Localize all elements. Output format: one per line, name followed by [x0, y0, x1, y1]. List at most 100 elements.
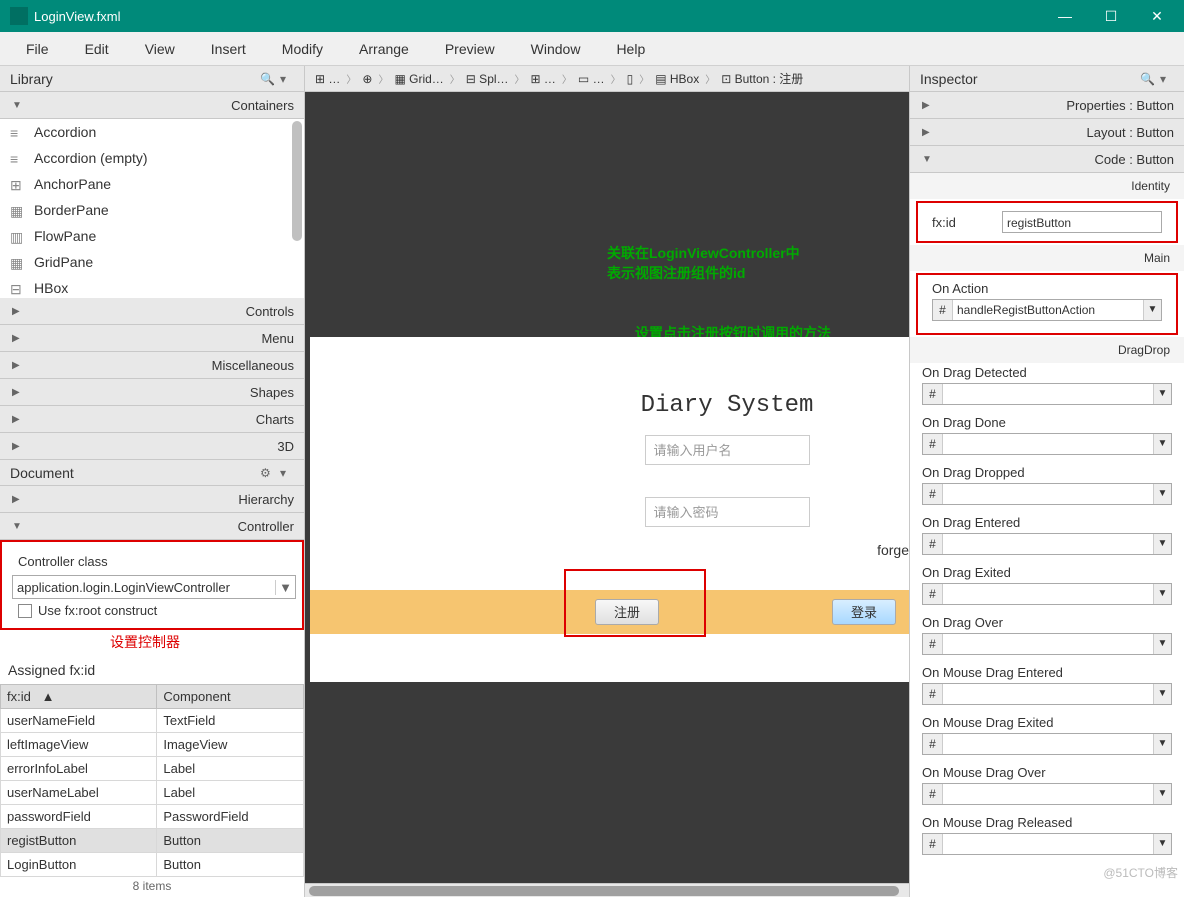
bc-item[interactable]: ⊡ Button : 注册 — [717, 70, 807, 87]
horizontal-scrollbar[interactable] — [305, 883, 909, 897]
event-combo[interactable]: #▼ — [922, 633, 1172, 655]
menu-icon[interactable]: ▾ — [280, 466, 294, 480]
event-combo[interactable]: #▼ — [922, 783, 1172, 805]
forget-link[interactable]: forge — [877, 542, 909, 558]
section-code[interactable]: ▼Code : Button — [910, 146, 1184, 173]
lib-item-flowpane[interactable]: FlowPane — [0, 223, 304, 249]
table-row[interactable]: passwordFieldPasswordField — [1, 805, 304, 829]
event-combo[interactable]: #▼ — [922, 533, 1172, 555]
section-layout[interactable]: ▶Layout : Button — [910, 119, 1184, 146]
table-row[interactable]: registButtonButton — [1, 829, 304, 853]
lib-item-gridpane[interactable]: GridPane — [0, 249, 304, 275]
event-combo[interactable]: #▼ — [922, 383, 1172, 405]
section-hierarchy[interactable]: ▶Hierarchy — [0, 486, 304, 513]
bc-item[interactable]: ⊕ — [358, 72, 376, 86]
menu-window[interactable]: Window — [513, 32, 599, 66]
table-row[interactable]: leftImageViewImageView — [1, 733, 304, 757]
password-field[interactable]: 请输入密码 — [645, 497, 810, 527]
lib-item-accordion-empty[interactable]: Accordion (empty) — [0, 145, 304, 171]
table-row[interactable]: userNameLabelLabel — [1, 781, 304, 805]
event-combo[interactable]: #▼ — [922, 483, 1172, 505]
table-row[interactable]: userNameFieldTextField — [1, 709, 304, 733]
scrollbar-thumb[interactable] — [309, 886, 899, 896]
onaction-box: On Action # handleRegistButtonAction ▼ — [916, 273, 1178, 335]
table-row[interactable]: errorInfoLabelLabel — [1, 757, 304, 781]
menu-insert[interactable]: Insert — [193, 32, 264, 66]
chevron-down-icon[interactable]: ▼ — [1153, 384, 1171, 404]
hash-icon: # — [923, 684, 943, 704]
design-canvas[interactable]: 关联在LoginViewController中 表示视图注册组件的id 设置点击… — [305, 92, 909, 883]
menu-arrange[interactable]: Arrange — [341, 32, 427, 66]
fxid-input[interactable]: registButton — [1002, 211, 1162, 233]
chevron-down-icon[interactable]: ▼ — [1153, 834, 1171, 854]
onaction-label: On Action — [932, 281, 1162, 296]
col-component[interactable]: Component — [157, 685, 304, 709]
chevron-down-icon[interactable]: ▼ — [1153, 584, 1171, 604]
left-panel: Library 🔍 ▾ ▼Containers Accordion Accord… — [0, 66, 305, 897]
section-controls[interactable]: ▶Controls — [0, 298, 304, 325]
menu-view[interactable]: View — [127, 32, 193, 66]
app-icon — [10, 7, 28, 25]
maximize-button[interactable]: ☐ — [1088, 0, 1134, 32]
event-combo[interactable]: #▼ — [922, 833, 1172, 855]
checkbox-icon[interactable] — [18, 604, 32, 618]
section-misc[interactable]: ▶Miscellaneous — [0, 352, 304, 379]
chevron-down-icon[interactable]: ▼ — [1153, 634, 1171, 654]
inspector-header: Inspector 🔍 ▾ — [910, 66, 1184, 92]
bc-item[interactable]: ⊞ … — [527, 72, 560, 86]
section-charts[interactable]: ▶Charts — [0, 406, 304, 433]
section-3d[interactable]: ▶3D — [0, 433, 304, 460]
username-field[interactable]: 请输入用户名 — [645, 435, 810, 465]
menu-edit[interactable]: Edit — [67, 32, 127, 66]
chevron-down-icon[interactable]: ▼ — [1153, 484, 1171, 504]
bc-item[interactable]: ⊞ … — [311, 72, 344, 86]
bc-item[interactable]: ▭ … — [574, 72, 609, 86]
section-properties[interactable]: ▶Properties : Button — [910, 92, 1184, 119]
col-fxid[interactable]: fx:id ▲ — [1, 685, 157, 709]
gear-icon[interactable]: ⚙ — [260, 466, 274, 480]
menu-file[interactable]: File — [8, 32, 67, 66]
event-combo[interactable]: #▼ — [922, 583, 1172, 605]
chevron-down-icon[interactable]: ▼ — [1153, 784, 1171, 804]
event-combo[interactable]: #▼ — [922, 733, 1172, 755]
fxroot-checkbox[interactable]: Use fx:root construct — [10, 599, 294, 622]
chevron-down-icon[interactable]: ▼ — [1153, 434, 1171, 454]
chevron-down-icon[interactable]: ▼ — [1153, 534, 1171, 554]
chevron-down-icon[interactable]: ▼ — [1153, 734, 1171, 754]
menu-modify[interactable]: Modify — [264, 32, 341, 66]
close-button[interactable]: ✕ — [1134, 0, 1180, 32]
section-controller[interactable]: ▼Controller — [0, 513, 304, 540]
bc-item[interactable]: ▦ Grid… — [390, 72, 447, 86]
table-row[interactable]: LoginButtonButton — [1, 853, 304, 877]
bc-item[interactable]: ▤ HBox — [651, 72, 703, 86]
menu-icon[interactable]: ▾ — [1160, 72, 1174, 86]
document-title: Document — [10, 465, 74, 481]
lib-item-accordion[interactable]: Accordion — [0, 119, 304, 145]
lib-item-borderpane[interactable]: BorderPane — [0, 197, 304, 223]
search-icon[interactable]: 🔍 — [260, 72, 274, 86]
search-icon[interactable]: 🔍 — [1140, 72, 1154, 86]
library-scrollbar[interactable] — [292, 121, 302, 241]
breadcrumb: ⊞ … ⊕ ▦ Grid… ⊟ Spl… ⊞ … ▭ … ▯ ▤ HBox ⊡ … — [305, 66, 909, 92]
controller-class-combo[interactable]: application.login.LoginViewController ▼ — [12, 575, 296, 599]
menu-icon[interactable]: ▾ — [280, 72, 294, 86]
section-shapes[interactable]: ▶Shapes — [0, 379, 304, 406]
lib-item-anchorpane[interactable]: AnchorPane — [0, 171, 304, 197]
fxroot-label: Use fx:root construct — [38, 603, 157, 618]
chevron-down-icon[interactable]: ▼ — [275, 580, 295, 595]
login-button[interactable]: 登录 — [832, 599, 896, 625]
section-menu[interactable]: ▶Menu — [0, 325, 304, 352]
bc-item[interactable]: ▯ — [623, 72, 638, 86]
bc-item[interactable]: ⊟ Spl… — [462, 72, 513, 86]
minimize-button[interactable]: — — [1042, 0, 1088, 32]
event-combo[interactable]: #▼ — [922, 433, 1172, 455]
onaction-combo[interactable]: # handleRegistButtonAction ▼ — [932, 299, 1162, 321]
lib-item-hbox[interactable]: HBox — [0, 275, 304, 298]
menu-preview[interactable]: Preview — [427, 32, 513, 66]
menu-help[interactable]: Help — [598, 32, 663, 66]
chevron-down-icon[interactable]: ▼ — [1153, 684, 1171, 704]
flowpane-icon — [10, 229, 28, 243]
section-containers[interactable]: ▼Containers — [0, 92, 304, 119]
event-combo[interactable]: #▼ — [922, 683, 1172, 705]
chevron-down-icon[interactable]: ▼ — [1143, 300, 1161, 320]
